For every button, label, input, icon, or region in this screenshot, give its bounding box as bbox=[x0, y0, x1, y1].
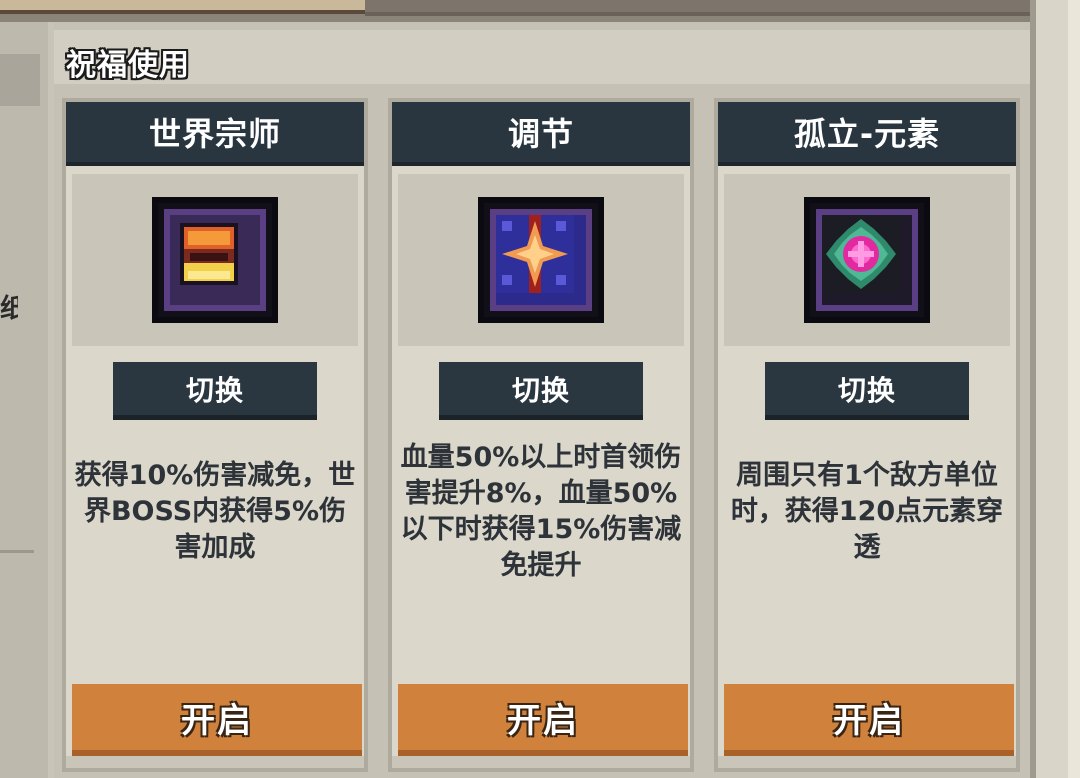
top-tab-strip bbox=[0, 0, 365, 14]
card-title: 孤立-元素 bbox=[718, 102, 1016, 166]
section-header: 祝福使用 bbox=[54, 30, 1030, 84]
left-divider bbox=[0, 550, 34, 553]
switch-button[interactable]: 切换 bbox=[439, 362, 643, 420]
left-tab[interactable] bbox=[0, 54, 40, 106]
top-bar-strip bbox=[365, 0, 1030, 16]
card-title: 世界宗师 bbox=[66, 102, 364, 166]
world-master-crown-icon bbox=[152, 197, 278, 323]
open-button[interactable]: 开启 bbox=[724, 684, 1014, 758]
left-side-panel: 纸 bbox=[0, 22, 48, 778]
blessing-card-isolate-element: 孤立-元素 切换 周围只有1个敌方单位时，获得120点元素穿透 开启 bbox=[714, 98, 1020, 772]
icon-area bbox=[724, 174, 1010, 346]
card-footer bbox=[66, 756, 364, 768]
switch-button[interactable]: 切换 bbox=[113, 362, 317, 420]
open-button[interactable]: 开启 bbox=[398, 684, 688, 758]
card-description: 周围只有1个敌方单位时，获得120点元素穿透 bbox=[730, 460, 1004, 563]
regulate-star-icon bbox=[478, 197, 604, 323]
blessing-card-world-master: 世界宗师 切换 获得10%伤害减免，世界BOSS内获得5%伤害加成 开启 bbox=[62, 98, 368, 772]
card-footer bbox=[392, 756, 690, 768]
icon-area bbox=[398, 174, 684, 346]
section-title: 祝福使用 bbox=[66, 48, 190, 83]
right-frame bbox=[1030, 0, 1080, 778]
isolate-element-gem-icon bbox=[804, 197, 930, 323]
card-title: 调节 bbox=[392, 102, 690, 166]
icon-area bbox=[72, 174, 358, 346]
card-description: 获得10%伤害减免，世界BOSS内获得5%伤害加成 bbox=[74, 460, 356, 563]
card-description: 血量50%以上时首领伤害提升8%，血量50%以下时获得15%伤害减免提升 bbox=[400, 442, 682, 581]
blessing-panel: 祝福使用 世界宗师 切换 获得10%伤害减免，世界BOSS内获得5%伤害加成 开… bbox=[54, 22, 1030, 778]
open-button[interactable]: 开启 bbox=[72, 684, 362, 758]
left-partial-text: 纸 bbox=[0, 294, 18, 324]
switch-button[interactable]: 切换 bbox=[765, 362, 969, 420]
card-footer bbox=[718, 756, 1016, 768]
blessing-card-regulate: 调节 切换 血量50%以上时首领伤害提升8%，血量50%以下时获得15%伤害减免… bbox=[388, 98, 694, 772]
